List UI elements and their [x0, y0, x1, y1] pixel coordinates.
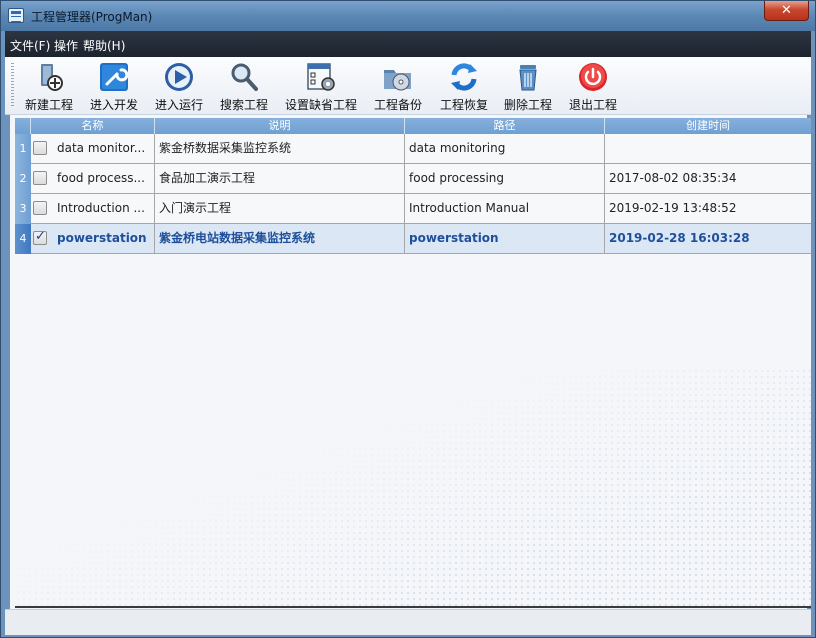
default-settings-icon: [307, 63, 335, 91]
trash-icon: [519, 65, 537, 91]
restore-label: 工程恢复: [439, 98, 488, 112]
row-checkbox-checked[interactable]: [33, 229, 47, 245]
menu-help[interactable]: 帮助(H): [83, 37, 125, 54]
header-path[interactable]: 路径: [405, 118, 605, 134]
header-corner: [15, 118, 31, 134]
table-row[interactable]: 2 food process... 食品加工演示工程 food processi…: [15, 164, 811, 194]
run-play-icon: [165, 63, 193, 91]
new-project-icon: [41, 64, 63, 91]
row-number: 1: [15, 134, 31, 164]
exit-label: 退出工程: [568, 98, 617, 112]
menu-bar: 文件(F) 操作 帮助(H): [5, 31, 811, 57]
project-path: powerstation: [405, 224, 605, 253]
grid-header: 名称 说明 路径 创建时间: [15, 118, 811, 134]
project-description: 食品加工演示工程: [155, 164, 405, 193]
toolbar: 新建工程 进入开发 进入运行 搜索工程 设置缺省工程 工程备份 工程恢复 删除工…: [5, 57, 811, 115]
project-description: 紫金桥数据采集监控系统: [155, 134, 405, 163]
power-exit-icon: [579, 63, 607, 91]
app-window: 工程管理器(ProgMan) ✕ 文件(F) 操作 帮助(H) 新建工程 进入开…: [0, 0, 816, 638]
new-project-button[interactable]: 新建工程: [21, 61, 77, 113]
project-created: [605, 134, 811, 163]
restore-button[interactable]: 工程恢复: [435, 61, 493, 113]
delete-button[interactable]: 删除工程: [499, 61, 557, 113]
new-project-label: 新建工程: [24, 98, 73, 112]
set-default-label: 设置缺省工程: [284, 98, 357, 112]
backup-label: 工程备份: [373, 98, 422, 112]
menu-file[interactable]: 文件(F): [10, 37, 50, 54]
project-description: 紫金桥电站数据采集监控系统: [155, 224, 405, 253]
project-created: 2017-08-02 08:35:34: [609, 171, 737, 185]
row-checkbox[interactable]: [33, 201, 47, 215]
table-row[interactable]: 1 data monitor... 紫金桥数据采集监控系统 data monit…: [15, 134, 811, 164]
close-button[interactable]: ✕: [764, 1, 809, 21]
content-pane: 名称 说明 路径 创建时间 1 data monitor... 紫金桥数据采集监…: [5, 115, 811, 609]
run-label: 进入运行: [154, 98, 203, 112]
status-bar: [5, 609, 811, 635]
run-button[interactable]: 进入运行: [151, 61, 207, 113]
table-row-selected[interactable]: 4 powerstation 紫金桥电站数据采集监控系统 powerstatio…: [15, 224, 811, 254]
row-checkbox[interactable]: [33, 141, 47, 155]
project-grid[interactable]: 名称 说明 路径 创建时间 1 data monitor... 紫金桥数据采集监…: [15, 118, 811, 608]
header-description[interactable]: 说明: [155, 118, 405, 134]
toolbar-grip[interactable]: [11, 63, 14, 107]
header-created[interactable]: 创建时间: [605, 118, 811, 134]
row-number: 4: [15, 224, 31, 254]
project-created: 2019-02-19 13:48:52: [609, 201, 737, 215]
search-magnifier-icon: [231, 63, 258, 91]
title-bar[interactable]: 工程管理器(ProgMan) ✕: [1, 1, 815, 31]
project-name: Introduction ...: [51, 194, 155, 223]
search-button[interactable]: 搜索工程: [215, 61, 273, 113]
row-number: 3: [15, 194, 31, 224]
background-wave-pattern: [15, 368, 811, 606]
project-name: powerstation: [51, 224, 155, 253]
row-number: 2: [15, 164, 31, 194]
project-created: 2019-02-28 16:03:28: [609, 231, 750, 245]
search-label: 搜索工程: [219, 98, 268, 112]
set-default-button[interactable]: 设置缺省工程: [281, 61, 361, 113]
backup-disc-icon: [384, 70, 411, 91]
restore-refresh-icon: [451, 63, 477, 91]
window-title: 工程管理器(ProgMan): [31, 10, 153, 24]
app-icon: [8, 8, 24, 23]
project-path: data monitoring: [405, 134, 605, 163]
delete-label: 删除工程: [503, 98, 552, 112]
project-name: data monitor...: [51, 134, 155, 163]
project-path: food processing: [405, 164, 605, 193]
develop-button[interactable]: 进入开发: [85, 61, 143, 113]
develop-label: 进入开发: [89, 98, 138, 112]
menu-operate[interactable]: 操作: [54, 37, 78, 54]
project-description: 入门演示工程: [155, 194, 405, 223]
develop-wrench-icon: [100, 63, 129, 91]
project-name: food process...: [51, 164, 155, 193]
row-checkbox[interactable]: [33, 171, 47, 185]
exit-button[interactable]: 退出工程: [563, 61, 623, 113]
table-row[interactable]: 3 Introduction ... 入门演示工程 Introduction M…: [15, 194, 811, 224]
project-path: Introduction Manual: [405, 194, 605, 223]
header-name[interactable]: 名称: [31, 118, 155, 134]
backup-button[interactable]: 工程备份: [369, 61, 427, 113]
